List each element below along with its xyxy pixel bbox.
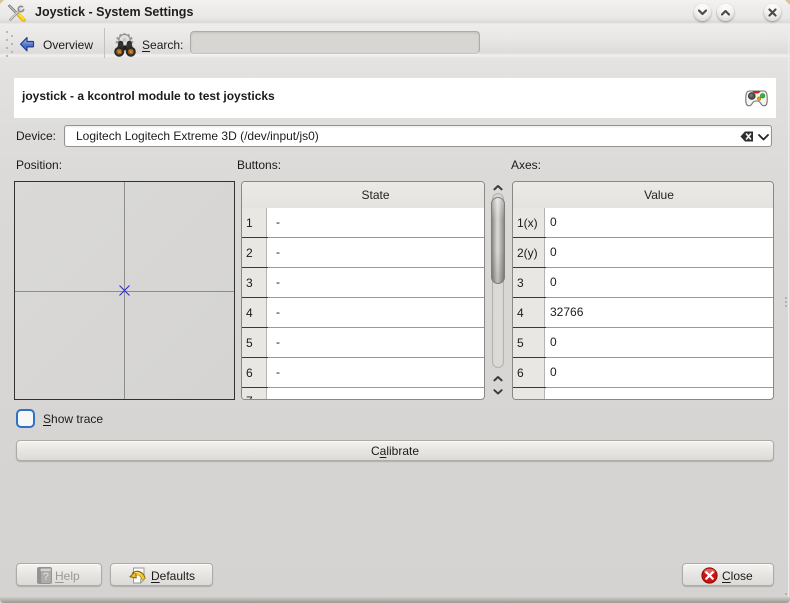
svg-text:?: ? bbox=[43, 571, 50, 583]
